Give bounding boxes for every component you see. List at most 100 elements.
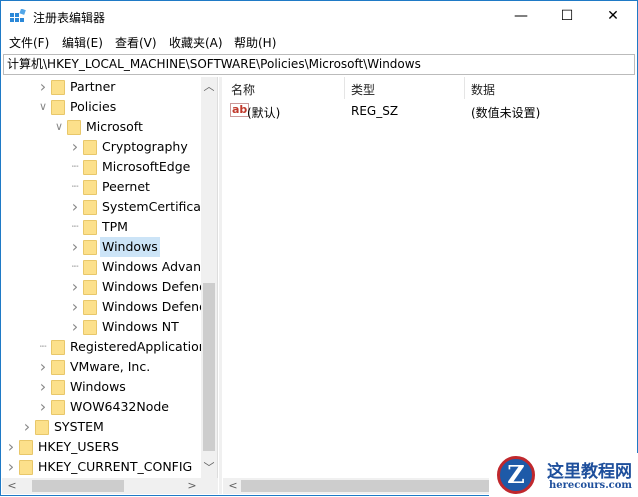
pane-splitter[interactable] xyxy=(219,77,222,494)
scrollbar-thumb[interactable] xyxy=(203,283,215,451)
tree-item-label: MicrosoftEdge xyxy=(102,159,191,174)
value-name: (默认) xyxy=(247,106,281,120)
chevron-right-icon[interactable]: › xyxy=(6,437,16,457)
values-list: 名称 类型 数据 ab (默认) REG_SZ (数值未设置) xyxy=(223,77,637,478)
tree-item[interactable]: ∨ Policies xyxy=(2,97,202,117)
menu-edit[interactable]: 编辑(E) xyxy=(62,34,103,51)
folder-icon xyxy=(19,460,33,475)
tree-item-label: Partner xyxy=(70,79,116,94)
column-divider[interactable] xyxy=(344,77,345,99)
tree-item-label: Windows NT xyxy=(102,319,179,334)
chevron-down-icon[interactable]: ∨ xyxy=(54,117,64,137)
tree-item[interactable]: › SystemCertificates xyxy=(2,197,217,217)
minimize-button[interactable]: — xyxy=(498,1,544,32)
folder-icon xyxy=(19,440,33,455)
tree-item[interactable]: › Cryptography xyxy=(2,137,202,157)
menu-help[interactable]: 帮助(H) xyxy=(234,34,276,51)
tree-item[interactable]: › HKEY_CURRENT_CONFIG xyxy=(2,457,202,477)
tree-horizontal-scrollbar[interactable]: < > xyxy=(2,478,218,494)
window-title: 注册表编辑器 xyxy=(33,11,106,25)
column-header-data[interactable]: 数据 xyxy=(471,81,495,98)
chevron-down-icon[interactable]: ∨ xyxy=(38,97,48,117)
tree-item[interactable]: › Windows xyxy=(2,237,202,257)
tree-item[interactable]: › Windows xyxy=(2,377,202,397)
menu-bar: 文件(F) 编辑(E) 查看(V) 收藏夹(A) 帮助(H) xyxy=(1,32,637,52)
menu-file[interactable]: 文件(F) xyxy=(9,34,49,51)
chevron-right-icon[interactable]: › xyxy=(70,277,80,297)
tree-item-label: SYSTEM xyxy=(54,419,104,434)
column-divider[interactable] xyxy=(464,77,465,99)
tree-item[interactable]: › Partner xyxy=(2,77,202,97)
tree-item[interactable]: ┈ Peernet xyxy=(2,177,202,197)
maximize-button[interactable]: ☐ xyxy=(544,1,590,32)
scrollbar-thumb[interactable] xyxy=(32,480,124,492)
scroll-up-icon[interactable]: ︿ xyxy=(201,79,217,95)
tree-item[interactable]: ┈ RegisteredApplications xyxy=(2,337,213,357)
chevron-right-icon[interactable]: › xyxy=(70,297,80,317)
scroll-right-icon[interactable]: > xyxy=(184,478,200,494)
folder-icon xyxy=(83,180,97,195)
tree-item[interactable]: ┈ MicrosoftEdge xyxy=(2,157,202,177)
column-header-name[interactable]: 名称 xyxy=(231,81,255,98)
chevron-right-icon[interactable]: › xyxy=(38,377,48,397)
scroll-down-icon[interactable]: ﹀ xyxy=(201,460,217,476)
tree-item-label: Peernet xyxy=(102,179,150,194)
tree-item[interactable]: ┈ TPM xyxy=(2,217,202,237)
chevron-right-icon[interactable]: › xyxy=(38,397,48,417)
tree-item[interactable]: ›Windows Defender Security Center xyxy=(2,297,217,317)
tree-connector-icon: ┈ xyxy=(71,180,79,193)
scrollbar-thumb[interactable] xyxy=(241,480,491,492)
tree-item-label: Microsoft xyxy=(86,119,143,134)
chevron-right-icon[interactable]: › xyxy=(70,137,80,157)
folder-icon xyxy=(83,260,97,275)
tree-item[interactable]: › Windows Defender xyxy=(2,277,217,297)
tree-item-label: VMware, Inc. xyxy=(70,359,151,374)
chevron-right-icon[interactable]: › xyxy=(70,237,80,257)
column-header-type[interactable]: 类型 xyxy=(351,81,375,98)
tree-connector-icon: ┈ xyxy=(39,340,47,353)
folder-icon xyxy=(51,380,65,395)
tree-item[interactable]: › Windows NT xyxy=(2,317,202,337)
chevron-right-icon[interactable]: › xyxy=(70,197,80,217)
folder-icon xyxy=(51,340,65,355)
tree-item[interactable]: › HKEY_USERS xyxy=(2,437,202,457)
tree-item-label: WOW6432Node xyxy=(70,399,169,414)
registry-editor-window: 注册表编辑器 — ☐ ✕ 文件(F) 编辑(E) 查看(V) 收藏夹(A) 帮助… xyxy=(0,0,638,497)
tree-item[interactable]: ∨ Microsoft xyxy=(2,117,202,137)
tree-item-label: Windows xyxy=(70,379,126,394)
chevron-right-icon[interactable]: › xyxy=(6,457,16,477)
folder-icon xyxy=(51,400,65,415)
title-bar: 注册表编辑器 — ☐ ✕ xyxy=(1,1,637,32)
chevron-right-icon[interactable]: › xyxy=(38,357,48,377)
scroll-left-icon[interactable]: < xyxy=(225,478,241,494)
folder-icon xyxy=(51,100,65,115)
menu-view[interactable]: 查看(V) xyxy=(115,34,157,51)
chevron-right-icon[interactable]: › xyxy=(70,317,80,337)
tree-item[interactable]: › WOW6432Node xyxy=(2,397,202,417)
tree-item-label: Windows xyxy=(100,237,160,257)
tree-item-label: Policies xyxy=(70,99,117,114)
chevron-right-icon[interactable]: › xyxy=(38,77,48,97)
folder-icon xyxy=(83,240,97,255)
tree-item-label: RegisteredApplications xyxy=(70,339,214,354)
folder-icon xyxy=(83,160,97,175)
folder-icon xyxy=(51,360,65,375)
tree-connector-icon: ┈ xyxy=(71,220,79,233)
folder-icon xyxy=(67,120,81,135)
tree-item[interactable]: › VMware, Inc. xyxy=(2,357,202,377)
tree-item[interactable]: › SYSTEM xyxy=(2,417,202,437)
menu-favorites[interactable]: 收藏夹(A) xyxy=(169,34,223,51)
close-button[interactable]: ✕ xyxy=(590,1,636,32)
tree-vertical-scrollbar[interactable]: ︿ ﹀ xyxy=(201,77,217,478)
scroll-left-icon[interactable]: < xyxy=(4,478,20,494)
tree-item-label: HKEY_USERS xyxy=(38,439,119,454)
tree-item-label: HKEY_CURRENT_CONFIG xyxy=(38,459,193,474)
tree-item-label: Cryptography xyxy=(102,139,188,154)
chevron-right-icon[interactable]: › xyxy=(22,417,32,437)
tree-item-label: TPM xyxy=(102,219,128,234)
tree-item[interactable]: ┈Windows Advanced Threat Protection xyxy=(2,257,217,277)
folder-icon xyxy=(51,80,65,95)
registry-tree: › Partner ∨ Policies ∨ Microsoft › Cryptography… xyxy=(2,77,218,478)
address-bar[interactable]: 计算机\HKEY_LOCAL_MACHINE\SOFTWARE\Policies… xyxy=(3,54,635,75)
folder-icon xyxy=(83,220,97,235)
